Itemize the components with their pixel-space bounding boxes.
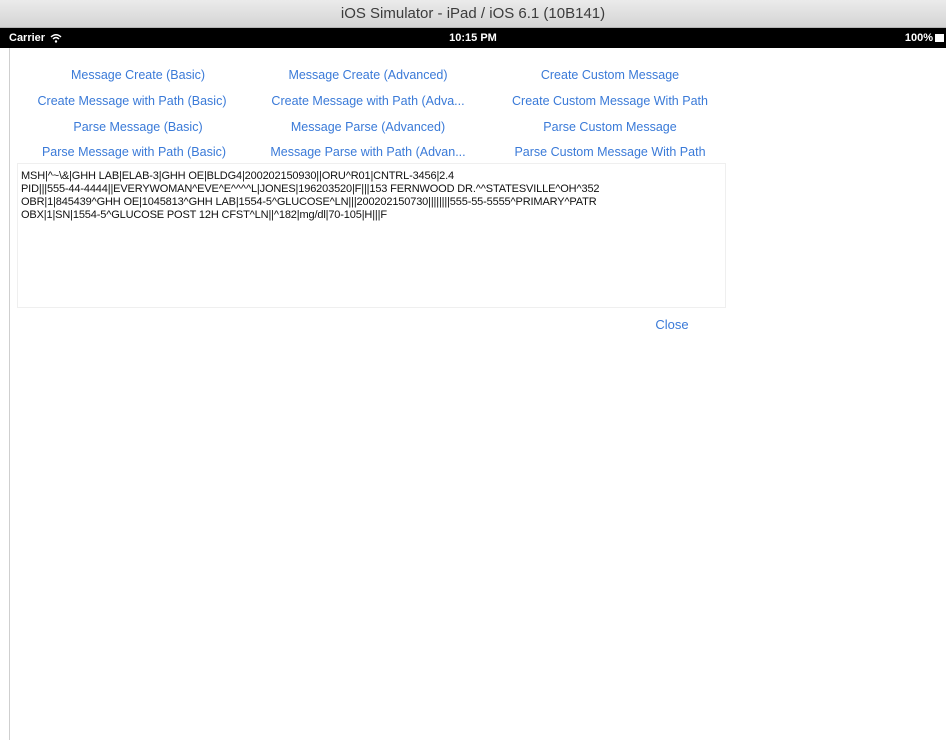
message-text-view[interactable]: MSH|^~\&|GHH LAB|ELAB-3|GHH OE|BLDG4|200… (18, 164, 725, 307)
close-button[interactable]: Close (642, 314, 702, 336)
window-titlebar: iOS Simulator - iPad / iOS 6.1 (10B141) (0, 0, 946, 28)
create-message-with-path-basic-button[interactable]: Create Message with Path (Basic) (17, 90, 247, 112)
create-custom-message-with-path-button[interactable]: Create Custom Message With Path (495, 90, 725, 112)
message-create-advanced-button[interactable]: Message Create (Advanced) (253, 64, 483, 86)
ios-status-bar: Carrier 10:15 PM 100% (0, 28, 946, 48)
status-time: 10:15 PM (449, 32, 497, 44)
create-custom-message-button[interactable]: Create Custom Message (495, 64, 725, 86)
message-create-basic-button[interactable]: Message Create (Basic) (23, 64, 253, 86)
app-content: Message Create (Basic) Message Create (A… (9, 48, 946, 740)
left-gutter (0, 48, 9, 740)
window-title: iOS Simulator - iPad / iOS 6.1 (10B141) (340, 5, 606, 22)
obr-segment-line: OBR|1|845439^GHH OE|1045813^GHH LAB|1554… (21, 196, 597, 208)
message-parse-with-path-advanced-button[interactable]: Message Parse with Path (Advan... (253, 141, 483, 163)
battery-icon (935, 34, 944, 42)
create-message-with-path-advanced-button[interactable]: Create Message with Path (Adva... (253, 90, 483, 112)
obx-segment-line: OBX|1|SN|1554-5^GLUCOSE POST 12H CFST^LN… (21, 209, 387, 221)
battery-percent: 100% (904, 32, 933, 44)
status-battery-group: 100% (905, 28, 944, 48)
pid-segment-line: PID|||555-44-4444||EVERYWOMAN^EVE^E^^^^L… (21, 183, 600, 195)
parse-message-with-path-basic-button[interactable]: Parse Message with Path (Basic) (19, 141, 249, 163)
message-parse-advanced-button[interactable]: Message Parse (Advanced) (253, 116, 483, 138)
simulator-window: iOS Simulator - iPad / iOS 6.1 (10B141) … (0, 0, 946, 740)
parse-custom-message-button[interactable]: Parse Custom Message (495, 116, 725, 138)
msh-segment-line: MSH|^~\&|GHH LAB|ELAB-3|GHH OE|BLDG4|200… (21, 170, 455, 182)
parse-message-basic-button[interactable]: Parse Message (Basic) (23, 116, 253, 138)
parse-custom-message-with-path-button[interactable]: Parse Custom Message With Path (495, 141, 725, 163)
